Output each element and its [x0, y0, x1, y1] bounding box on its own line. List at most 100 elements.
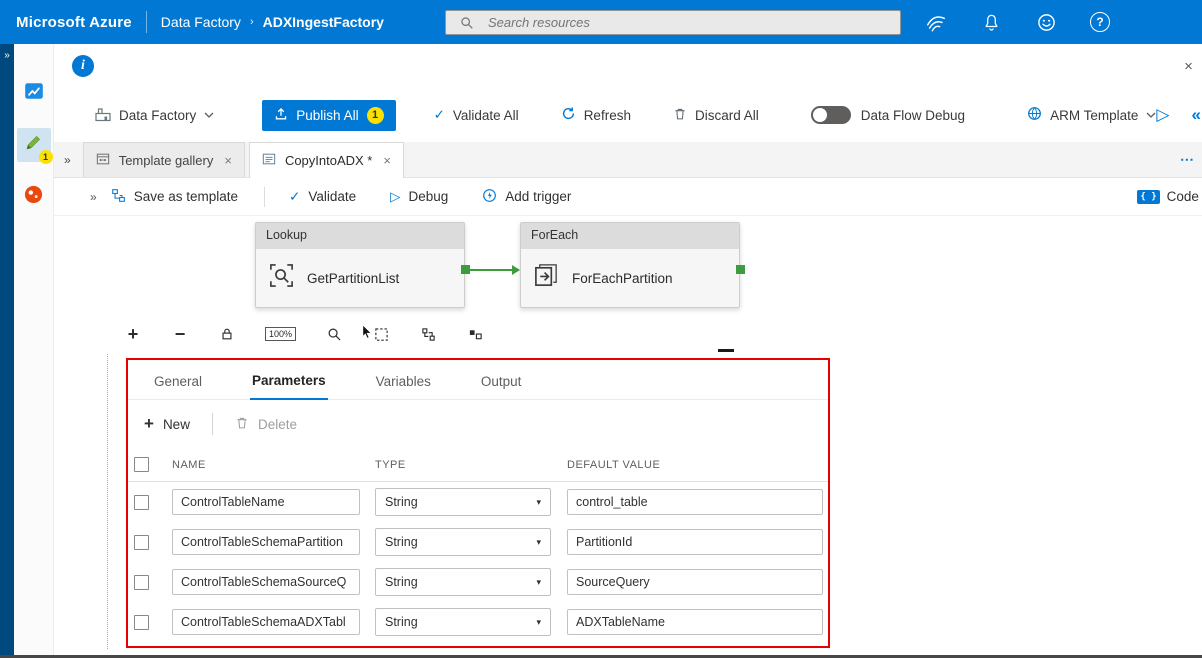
parameter-default-input[interactable]: [567, 489, 823, 515]
search-input[interactable]: [488, 15, 890, 30]
info-banner: i ×: [54, 44, 1202, 88]
debug-button[interactable]: ▷ Debug: [390, 189, 448, 205]
parameter-default-input[interactable]: [567, 609, 823, 635]
lookup-icon: [268, 262, 295, 294]
activities-pane-expand-icon[interactable]: »: [54, 190, 111, 204]
type-value: String: [385, 495, 418, 509]
banner-close-icon[interactable]: ×: [1180, 58, 1197, 75]
factory-selector[interactable]: Data Factory: [95, 106, 214, 125]
activity-foreach[interactable]: ForEach ForEachPartition: [520, 222, 740, 308]
discard-all-button[interactable]: Discard All: [673, 107, 759, 124]
chevron-down-icon: [1146, 112, 1156, 118]
data-flow-debug-group: Data Flow Debug: [810, 106, 965, 124]
auto-align-icon[interactable]: [419, 327, 437, 342]
template-gallery-icon: [96, 152, 110, 169]
parameter-type-select[interactable]: String ▾: [375, 568, 551, 596]
breadcrumb: Data Factory › ADXIngestFactory: [161, 14, 384, 30]
data-flow-debug-toggle[interactable]: [810, 106, 851, 124]
tab-overflow-left-icon[interactable]: »: [54, 153, 83, 167]
layout-icon[interactable]: [466, 327, 484, 342]
save-as-template-label: Save as template: [133, 189, 238, 204]
help-icon[interactable]: ?: [1090, 12, 1110, 32]
save-as-template-button[interactable]: Save as template: [111, 188, 238, 206]
tab-close-icon[interactable]: ×: [222, 153, 232, 168]
feedback-smiley-icon[interactable]: [1035, 11, 1057, 33]
output-port[interactable]: [736, 265, 745, 274]
output-port[interactable]: [461, 265, 470, 274]
arm-template-menu[interactable]: ARM Template: [1027, 106, 1156, 124]
panel-tab-variables[interactable]: Variables: [374, 364, 433, 399]
chevron-down-icon: [204, 112, 214, 118]
caret-down-icon: ▾: [536, 496, 541, 507]
configuration-panel-area: General Parameters Variables Output + Ne…: [54, 352, 1202, 655]
pipeline-canvas[interactable]: Lookup GetPartitionList ForEach ForEachP…: [54, 216, 1202, 316]
topbar-icon-group: ?: [925, 0, 1110, 44]
select-all-checkbox[interactable]: [134, 457, 149, 472]
tab-more-icon[interactable]: ⋯: [1180, 151, 1202, 168]
parameter-table-header: NAME TYPE DEFAULT VALUE: [128, 448, 828, 482]
parameter-name-input[interactable]: [172, 489, 360, 515]
canvas-tools: + − 100%: [54, 316, 1202, 352]
factory-selector-label: Data Factory: [119, 107, 197, 123]
publish-all-button[interactable]: Publish All 1: [262, 99, 396, 131]
activity-lookup[interactable]: Lookup GetPartitionList: [255, 222, 465, 308]
nav-item-monitor[interactable]: [17, 180, 51, 214]
check-icon: ✓: [289, 188, 301, 204]
row-checkbox[interactable]: [134, 494, 149, 510]
parameter-type-select[interactable]: String ▾: [375, 608, 551, 636]
factory-icon: [95, 106, 111, 125]
parameter-name-input[interactable]: [172, 529, 360, 555]
play-icon[interactable]: ▷: [1156, 105, 1169, 125]
code-button[interactable]: { } Code: [1137, 189, 1199, 204]
template-icon: [111, 188, 126, 206]
column-header-type: TYPE: [375, 458, 406, 471]
panel-command-bar: + New Delete: [128, 400, 828, 448]
monitor-gauge-icon: [23, 184, 44, 210]
portal-collapsed-rail[interactable]: »: [0, 44, 14, 655]
global-search[interactable]: [445, 10, 901, 35]
lock-canvas-icon[interactable]: [218, 327, 236, 341]
new-parameter-button[interactable]: + New: [144, 414, 190, 434]
parameter-type-select[interactable]: String ▾: [375, 528, 551, 556]
tab-copyintoadx[interactable]: CopyIntoADX * ×: [248, 142, 404, 178]
zoom-in-icon[interactable]: +: [124, 324, 142, 345]
notifications-bell-icon[interactable]: [980, 11, 1002, 33]
zoom-out-icon[interactable]: −: [171, 324, 189, 345]
panel-tab-parameters[interactable]: Parameters: [250, 363, 328, 400]
azure-brand[interactable]: Microsoft Azure: [16, 14, 132, 31]
zoom-reset-button[interactable]: 100%: [265, 327, 297, 341]
parameter-default-input[interactable]: [567, 569, 823, 595]
panel-tab-general[interactable]: General: [152, 364, 204, 399]
parameter-name-input[interactable]: [172, 569, 360, 595]
breadcrumb-app[interactable]: Data Factory: [161, 14, 241, 30]
zoom-to-fit-icon[interactable]: [325, 327, 343, 342]
arm-template-label: ARM Template: [1050, 107, 1139, 123]
nav-item-author[interactable]: 1: [16, 128, 53, 164]
row-checkbox[interactable]: [134, 614, 149, 630]
parameter-name-input[interactable]: [172, 609, 360, 635]
tab-template-gallery[interactable]: Template gallery ×: [82, 142, 245, 177]
debug-label: Debug: [408, 189, 449, 204]
panel-tab-output[interactable]: Output: [479, 364, 524, 399]
document-tab-bar: » Template gallery × CopyIntoADX * × ⋯: [54, 142, 1202, 178]
breadcrumb-item[interactable]: ADXIngestFactory: [263, 14, 384, 30]
parameter-default-input[interactable]: [567, 529, 823, 555]
refresh-button[interactable]: Refresh: [561, 106, 631, 124]
nav-item-overview[interactable]: [17, 76, 51, 110]
trash-icon: [235, 416, 249, 433]
add-trigger-button[interactable]: Add trigger: [482, 188, 571, 206]
validate-button[interactable]: ✓ Validate: [289, 189, 356, 205]
collapse-panel-icon[interactable]: «: [1191, 105, 1200, 125]
validate-all-button[interactable]: ✓ Validate All: [434, 107, 519, 123]
row-checkbox[interactable]: [134, 574, 149, 590]
parameter-type-select[interactable]: String ▾: [375, 488, 551, 516]
tab-label: CopyIntoADX *: [284, 153, 373, 168]
row-checkbox[interactable]: [134, 534, 149, 550]
delete-parameter-button[interactable]: Delete: [235, 416, 297, 433]
parameter-row: String ▾: [128, 562, 828, 602]
signal-icon[interactable]: [925, 11, 947, 33]
search-icon: [456, 12, 478, 34]
tab-close-icon[interactable]: ×: [381, 153, 391, 168]
topbar-divider: [145, 11, 147, 33]
validate-all-label: Validate All: [452, 107, 519, 123]
